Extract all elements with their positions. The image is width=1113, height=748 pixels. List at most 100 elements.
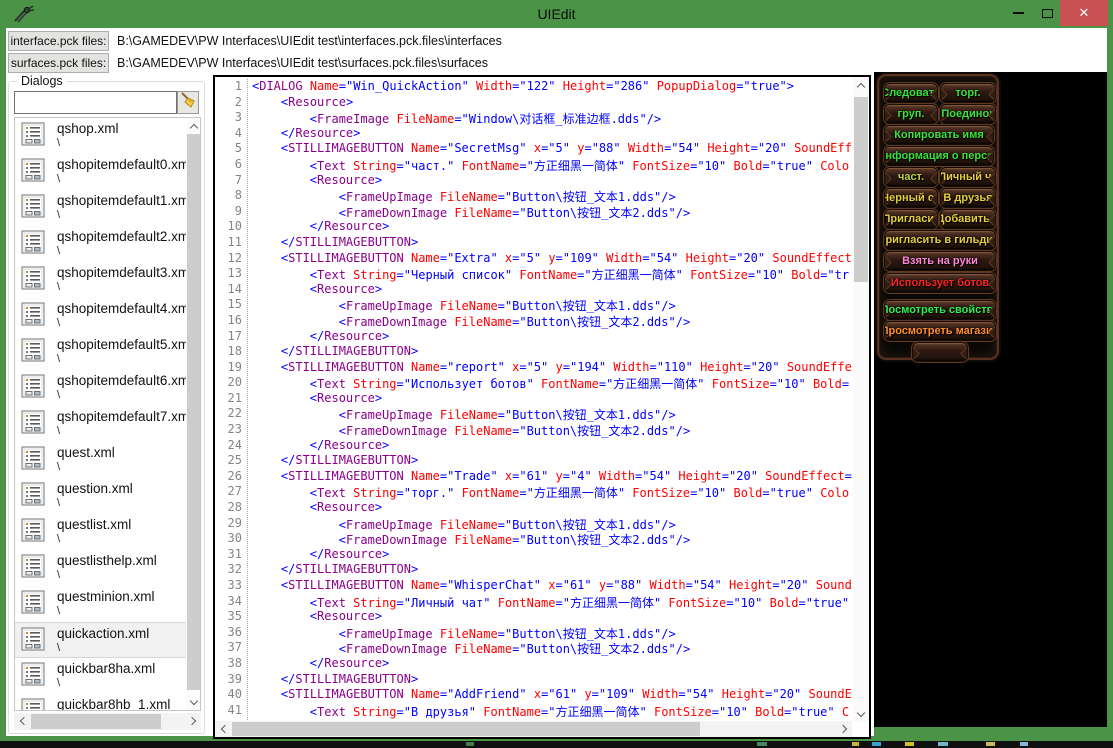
editor-vscrollbar[interactable]: [853, 77, 869, 722]
preview-button[interactable]: Посмотреть свойства: [884, 300, 996, 320]
code-line[interactable]: <FrameUpImage FileName="Button\按钮_文本1.dd…: [252, 188, 852, 204]
preview-button[interactable]: Просмотреть магазин: [884, 321, 996, 341]
code-line[interactable]: </STILLIMAGEBUTTON>: [252, 344, 852, 360]
code-line[interactable]: <FrameUpImage FileName="Button\按钮_文本1.dd…: [252, 406, 852, 422]
file-item[interactable]: qshopitemdefault6.xml \: [15, 370, 200, 406]
code-line[interactable]: <FrameDownImage FileName="Button\按钮_文本2.…: [252, 422, 852, 438]
preview-button[interactable]: Использует ботов: [884, 273, 996, 293]
preview-button[interactable]: Добавить ч: [940, 209, 996, 229]
code-line[interactable]: </STILLIMAGEBUTTON>: [252, 235, 852, 251]
code-line[interactable]: <FrameUpImage FileName="Button\按钮_文本1.dd…: [252, 297, 852, 313]
code-line[interactable]: </Resource>: [252, 656, 852, 672]
file-item[interactable]: qshopitemdefault0.xml \: [15, 154, 200, 190]
preview-button[interactable]: [912, 342, 968, 362]
filter-input[interactable]: [14, 91, 177, 114]
preview-button[interactable]: Личный ча: [940, 167, 996, 187]
code-line[interactable]: <Text String="В друзья" FontName="方正细黑一简…: [252, 703, 852, 719]
file-item[interactable]: qshopitemdefault4.xml \: [15, 298, 200, 334]
preview-button[interactable]: част.: [884, 167, 938, 187]
file-item[interactable]: quest.xml \: [15, 442, 200, 478]
code-line[interactable]: <Text String="торг." FontName="方正细黑一简体" …: [252, 484, 852, 500]
minimize-button[interactable]: [1003, 0, 1033, 26]
file-item[interactable]: qshopitemdefault3.xml \: [15, 262, 200, 298]
scroll-right-button[interactable]: [836, 721, 852, 737]
preview-button[interactable]: Пригласит: [884, 209, 938, 229]
file-item[interactable]: qshop.xml \: [15, 118, 200, 154]
preview-button[interactable]: Пригласить в гильдию: [884, 230, 996, 250]
file-item[interactable]: quickbar8hb_1.xml \: [15, 694, 200, 711]
scroll-up-button[interactable]: [186, 118, 201, 134]
code-line[interactable]: <FrameDownImage FileName="Button\按钮_文本2.…: [252, 640, 852, 656]
code-line[interactable]: </Resource>: [252, 126, 852, 142]
file-list-hscrollbar[interactable]: [14, 713, 201, 730]
code-line[interactable]: <Resource>: [252, 391, 852, 407]
preview-button[interactable]: торг.: [940, 83, 996, 103]
close-button[interactable]: ✕: [1060, 0, 1108, 26]
file-item[interactable]: qshopitemdefault7.xml \: [15, 406, 200, 442]
code-line[interactable]: <Text String="Использует ботов" FontName…: [252, 375, 852, 391]
code-line[interactable]: </STILLIMAGEBUTTON>: [252, 453, 852, 469]
file-list-vscrollbar[interactable]: [186, 118, 201, 710]
code-line[interactable]: <Resource>: [252, 95, 852, 111]
code-line[interactable]: <Text String="част." FontName="方正细黑一简体" …: [252, 157, 852, 173]
code-line[interactable]: </STILLIMAGEBUTTON>: [252, 672, 852, 688]
code-line[interactable]: </Resource>: [252, 329, 852, 345]
code-line[interactable]: <Resource>: [252, 500, 852, 516]
scroll-down-button[interactable]: [186, 694, 201, 710]
scroll-left-button[interactable]: [14, 713, 30, 729]
code-line[interactable]: <FrameUpImage FileName="Button\按钮_文本1.dd…: [252, 516, 852, 532]
interface-pck-button[interactable]: interface.pck files:: [8, 31, 109, 51]
preview-button[interactable]: Поединок: [940, 104, 996, 124]
preview-button[interactable]: груп.: [884, 104, 938, 124]
file-item[interactable]: questminion.xml \: [15, 586, 200, 622]
preview-button[interactable]: Взять на руки: [884, 251, 996, 271]
file-item[interactable]: qshopitemdefault1.xml \: [15, 190, 200, 226]
scroll-thumb[interactable]: [31, 714, 161, 729]
code-line[interactable]: </Resource>: [252, 438, 852, 454]
code-line[interactable]: <Resource>: [252, 282, 852, 298]
preview-button[interactable]: В друзья: [940, 188, 996, 208]
code-line[interactable]: <FrameDownImage FileName="Button\按钮_文本2.…: [252, 313, 852, 329]
code-line[interactable]: <Resource>: [252, 609, 852, 625]
scroll-down-button[interactable]: [853, 706, 869, 722]
clear-filter-button[interactable]: [177, 91, 199, 114]
file-item[interactable]: quickbar8ha.xml \: [15, 658, 200, 694]
file-item[interactable]: qshopitemdefault5.xml \: [15, 334, 200, 370]
scroll-thumb[interactable]: [854, 97, 868, 282]
maximize-button[interactable]: [1033, 0, 1061, 26]
code-line[interactable]: <Resource>: [252, 173, 852, 189]
preview-button[interactable]: Информация о персон: [884, 146, 994, 166]
scroll-left-button[interactable]: [215, 721, 231, 737]
code-line[interactable]: <FrameDownImage FileName="Button\按钮_文本2.…: [252, 531, 852, 547]
code-area[interactable]: <DIALOG Name="Win_QuickAction" Width="12…: [247, 79, 852, 720]
surfaces-pck-button[interactable]: surfaces.pck files:: [8, 53, 109, 73]
code-line[interactable]: <DIALOG Name="Win_QuickAction" Width="12…: [252, 79, 852, 95]
preview-button[interactable]: Следовать: [884, 83, 938, 103]
preview-button[interactable]: Черный сп: [884, 188, 938, 208]
code-line[interactable]: <STILLIMAGEBUTTON Name="Extra" x="5" y="…: [252, 251, 852, 267]
xml-editor[interactable]: 1234567891011121314151617181920212223242…: [213, 75, 871, 739]
code-line[interactable]: <STILLIMAGEBUTTON Name="WhisperChat" x="…: [252, 578, 852, 594]
preview-button[interactable]: Копировать имя: [884, 125, 994, 145]
code-line[interactable]: <STILLIMAGEBUTTON Name="SecretMsg" x="5"…: [252, 141, 852, 157]
file-item[interactable]: questlisthelp.xml \: [15, 550, 200, 586]
file-item[interactable]: qshopitemdefault2.xml \: [15, 226, 200, 262]
code-line[interactable]: <FrameImage FileName="Window\对话框_标准边框.dd…: [252, 110, 852, 126]
code-line[interactable]: <FrameDownImage FileName="Button\按钮_文本2.…: [252, 204, 852, 220]
file-item[interactable]: quickaction.xml \: [15, 622, 200, 658]
code-line[interactable]: </STILLIMAGEBUTTON>: [252, 562, 852, 578]
code-line[interactable]: <FrameUpImage FileName="Button\按钮_文本1.dd…: [252, 625, 852, 641]
scroll-thumb[interactable]: [187, 134, 201, 690]
code-line[interactable]: </Resource>: [252, 547, 852, 563]
scroll-thumb[interactable]: [232, 722, 700, 736]
code-line[interactable]: <STILLIMAGEBUTTON Name="report" x="5" y=…: [252, 360, 852, 376]
code-line[interactable]: <Text String="Черный список" FontName="方…: [252, 266, 852, 282]
code-line[interactable]: <Text String="Личный чат" FontName="方正细黑…: [252, 594, 852, 610]
editor-hscrollbar[interactable]: [215, 721, 852, 737]
code-line[interactable]: </Resource>: [252, 219, 852, 235]
file-item[interactable]: questlist.xml \: [15, 514, 200, 550]
file-item[interactable]: question.xml \: [15, 478, 200, 514]
code-line[interactable]: <STILLIMAGEBUTTON Name="Trade" x="61" y=…: [252, 469, 852, 485]
code-line[interactable]: <STILLIMAGEBUTTON Name="AddFriend" x="61…: [252, 687, 852, 703]
scroll-up-button[interactable]: [853, 77, 869, 93]
